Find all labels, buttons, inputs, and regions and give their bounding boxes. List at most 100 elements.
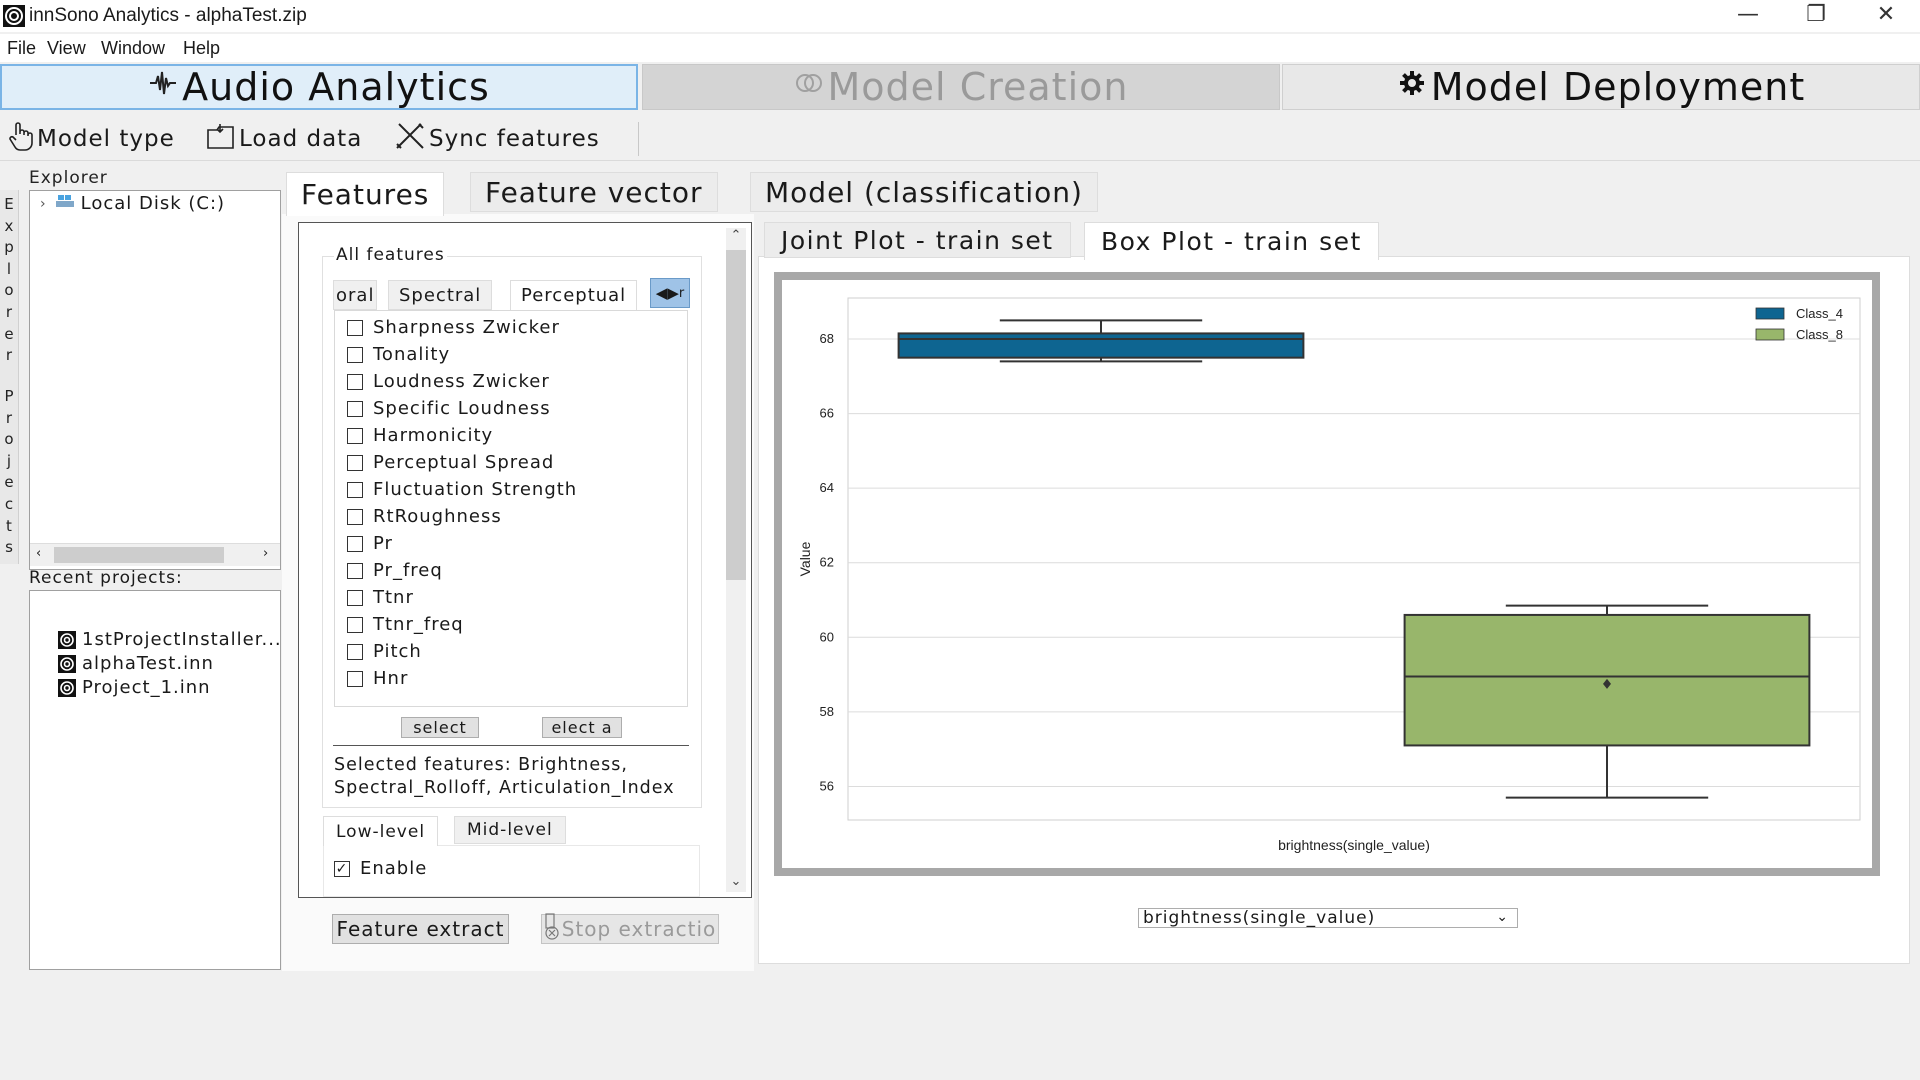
y-tick-label: 66 xyxy=(820,406,834,421)
checkbox[interactable] xyxy=(347,643,363,660)
checkbox[interactable] xyxy=(347,454,363,471)
select-all-label: select xyxy=(413,718,467,737)
feature-item[interactable]: Pr_freq xyxy=(347,560,443,581)
box-plot-chart: 56 58 60 62 64 66 68 Value brightness(single_val… xyxy=(782,280,1872,868)
selected-features-text: Selected features: Brightness, Spectral_… xyxy=(334,755,675,798)
arrow-left-icon[interactable]: ◀ xyxy=(656,284,668,302)
tab-scroll-arrows[interactable]: ◀ ▶ r xyxy=(650,278,690,308)
tab-mid-level[interactable]: Mid-level xyxy=(454,816,566,844)
model-type-button[interactable]: Model type xyxy=(8,121,175,158)
feature-item[interactable]: Fluctuation Strength xyxy=(347,479,577,500)
feature-dropdown[interactable]: brightness(single_value) ⌄ xyxy=(1138,908,1518,928)
dock-tab-explorer-label: Explorer xyxy=(4,195,14,365)
checkbox[interactable] xyxy=(347,427,363,444)
restore-button[interactable]: ❐ xyxy=(1782,0,1850,32)
feature-item-label: Pr_freq xyxy=(373,560,443,581)
close-button[interactable]: ✕ xyxy=(1852,0,1920,32)
enable-checkbox[interactable]: ✓ xyxy=(334,860,350,877)
feature-item-label: Sharpness Zwicker xyxy=(373,317,560,338)
legend-label: Class_4 xyxy=(1796,306,1843,321)
tab-temporal[interactable]: oral xyxy=(333,280,378,310)
menu-view[interactable]: View xyxy=(47,38,86,59)
menu-help[interactable]: Help xyxy=(183,38,220,59)
checkbox[interactable] xyxy=(347,508,363,525)
feature-item[interactable]: Hnr xyxy=(347,668,408,689)
feature-item[interactable]: Pitch xyxy=(347,641,422,662)
y-axis-label: Value xyxy=(797,541,813,576)
tree-item-local-disk[interactable]: › Local Disk (C:) xyxy=(40,193,225,214)
y-tick-label: 64 xyxy=(820,480,834,495)
scroll-thumb[interactable] xyxy=(54,547,224,563)
recent-item[interactable]: alphaTest.inn xyxy=(58,653,214,674)
feature-item[interactable]: Specific Loudness xyxy=(347,398,551,419)
feature-item-label: Hnr xyxy=(373,668,409,689)
checkbox[interactable] xyxy=(347,400,363,417)
tab-box-plot-label: Box Plot - train set xyxy=(1101,227,1362,256)
feature-item[interactable]: Perceptual Spread xyxy=(347,452,554,473)
legend-swatch xyxy=(1755,307,1785,320)
horizontal-scrollbar[interactable]: ‹ › xyxy=(30,543,280,566)
tab-feature-vector[interactable]: Feature vector xyxy=(470,172,718,212)
tab-box-plot[interactable]: Box Plot - train set xyxy=(1084,222,1379,260)
enable-label: Enable xyxy=(360,858,428,879)
dock-tab-explorer[interactable]: Explorer xyxy=(3,194,15,367)
explorer-heading: Explorer xyxy=(29,168,108,188)
tab-low-level[interactable]: Low-level xyxy=(323,816,439,846)
stop-extraction-button[interactable]: Stop extractio xyxy=(541,912,719,944)
recent-item[interactable]: 1stProjectInstaller... xyxy=(58,629,282,650)
menu-file[interactable]: File xyxy=(7,38,36,59)
recent-item[interactable]: Project_1.inn xyxy=(58,677,211,698)
tab-model-classification[interactable]: Model (classification) xyxy=(750,172,1098,212)
feature-item[interactable]: Pr xyxy=(347,533,393,554)
load-data-button[interactable]: Load data xyxy=(206,122,362,156)
vertical-scrollbar[interactable]: ⌃ ⌄ xyxy=(726,228,746,892)
checkbox[interactable] xyxy=(347,589,363,606)
menu-window[interactable]: Window xyxy=(101,38,165,59)
scroll-left-icon[interactable]: ‹ xyxy=(36,546,41,561)
feature-item[interactable]: Ttnr xyxy=(347,587,414,608)
brain-icon xyxy=(794,68,824,106)
feature-item[interactable]: Loudness Zwicker xyxy=(347,371,550,392)
tab-perceptual[interactable]: Perceptual xyxy=(510,280,638,310)
sync-features-button[interactable]: Sync features xyxy=(394,122,600,156)
checkbox[interactable] xyxy=(347,481,363,498)
enable-checkbox-row[interactable]: ✓ Enable xyxy=(334,858,427,879)
checkbox[interactable] xyxy=(347,562,363,579)
feature-item-label: Ttnr xyxy=(373,587,414,608)
feature-item[interactable]: Tonality xyxy=(347,344,450,365)
expand-chevron-icon[interactable]: › xyxy=(40,196,47,212)
checkbox[interactable] xyxy=(347,535,363,552)
feature-item[interactable]: Sharpness Zwicker xyxy=(347,317,560,338)
arrow-right-icon[interactable]: ▶ xyxy=(667,284,679,302)
scroll-right-icon[interactable]: › xyxy=(263,546,268,561)
tab-features[interactable]: Features xyxy=(286,172,445,216)
feature-item[interactable]: RtRoughness xyxy=(347,506,502,527)
hand-pointer-icon xyxy=(8,121,34,158)
scroll-thumb[interactable] xyxy=(726,250,746,580)
dock-tab-projects[interactable]: Projects xyxy=(3,386,15,559)
tab-spectral[interactable]: Spectral xyxy=(388,280,493,310)
feature-item[interactable]: Ttnr_freq xyxy=(347,614,464,635)
tab-joint-plot[interactable]: Joint Plot - train set xyxy=(764,222,1071,258)
checkbox[interactable] xyxy=(347,319,363,336)
tab-model-deployment[interactable]: Model Deployment xyxy=(1282,64,1920,110)
tab-audio-analytics[interactable]: Audio Analytics xyxy=(0,64,638,110)
scroll-up-icon[interactable]: ⌃ xyxy=(726,228,746,243)
checkbox[interactable] xyxy=(347,670,363,687)
explorer-tree: › Local Disk (C:) ‹ › xyxy=(29,190,281,570)
scroll-down-icon[interactable]: ⌄ xyxy=(726,874,746,889)
feature-item-label: RtRoughness xyxy=(373,506,502,527)
legend-swatch xyxy=(1755,328,1785,341)
tab-model-creation[interactable]: Model Creation xyxy=(642,64,1280,110)
select-all-button[interactable]: select xyxy=(401,717,479,738)
feature-item[interactable]: Harmonicity xyxy=(347,425,493,446)
checkbox[interactable] xyxy=(347,616,363,633)
minimize-button[interactable]: — xyxy=(1714,0,1782,32)
model-type-label: Model type xyxy=(37,126,175,152)
checkbox[interactable] xyxy=(347,373,363,390)
feature-extract-button[interactable]: Feature extract xyxy=(332,914,509,944)
recent-projects-heading: Recent projects: xyxy=(29,568,183,588)
deselect-all-button[interactable]: elect a xyxy=(542,717,622,738)
project-icon xyxy=(58,678,76,697)
checkbox[interactable] xyxy=(347,346,363,363)
